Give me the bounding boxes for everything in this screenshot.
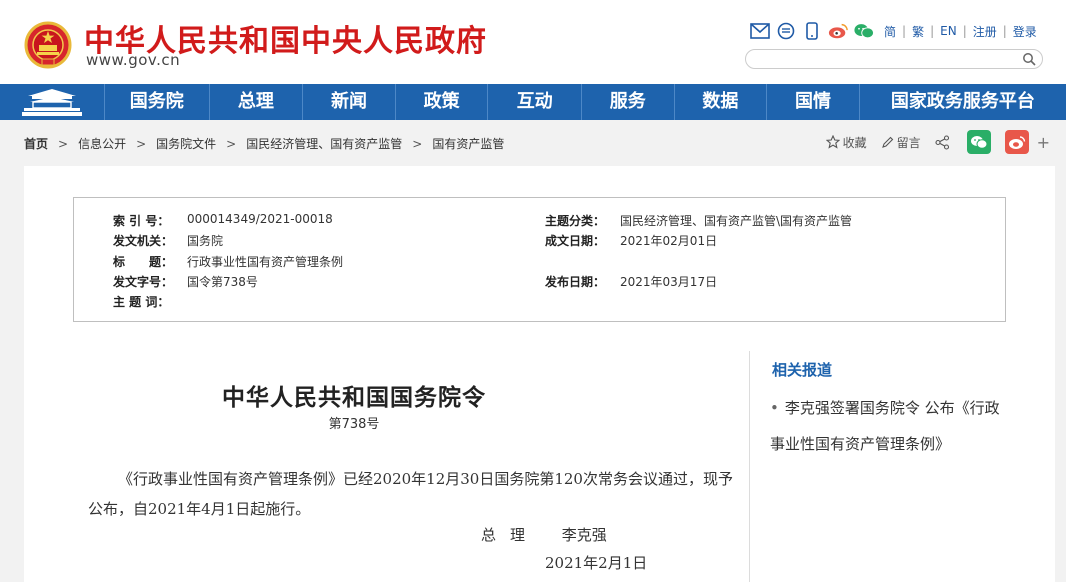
separator: | bbox=[962, 24, 967, 38]
nav-item-news[interactable]: 新闻 bbox=[302, 84, 395, 120]
separator: | bbox=[930, 24, 935, 38]
nav-item-policy[interactable]: 政策 bbox=[394, 84, 488, 120]
bullet: • bbox=[770, 399, 779, 417]
site-header: 中华人民共和国中央人民政府 www.gov.cn 简 | 繁 | EN | 注册… bbox=[0, 0, 1066, 84]
tiananmen-icon[interactable] bbox=[0, 84, 104, 120]
mail-icon[interactable] bbox=[750, 21, 770, 41]
title-label: 标 题： bbox=[113, 255, 174, 269]
nav-item-premier[interactable]: 总理 bbox=[208, 84, 303, 120]
published-date-label: 发布日期： bbox=[545, 275, 606, 289]
share-icon bbox=[935, 134, 949, 150]
document-number: 第738号 bbox=[328, 417, 380, 432]
title-value: 行政事业性国有资产管理条例 bbox=[187, 255, 344, 269]
signature: 总理 李克强 bbox=[481, 524, 607, 545]
doc-number-label: 发文字号： bbox=[113, 275, 174, 289]
document-date: 2021年2月1日 bbox=[545, 554, 648, 572]
index-value: 000014349/2021-00018 bbox=[187, 212, 333, 226]
keywords-label: 主 题 词： bbox=[113, 295, 170, 309]
nav-item-data[interactable]: 数据 bbox=[673, 84, 767, 120]
breadcrumb-info-disclosure[interactable]: 信息公开 bbox=[78, 135, 126, 152]
chevron-right-icon: > bbox=[58, 136, 69, 151]
chevron-right-icon: > bbox=[136, 136, 147, 151]
wechat-share-button[interactable] bbox=[966, 130, 991, 154]
document-title: 中华人民共和国国务院令 bbox=[222, 384, 486, 411]
traditional-chinese-link[interactable]: 繁 bbox=[912, 23, 924, 40]
category-value: 国民经济管理、国有资产监管\国有资产监管 bbox=[620, 214, 853, 228]
share-button[interactable] bbox=[935, 134, 953, 150]
simplified-chinese-link[interactable]: 简 bbox=[884, 23, 896, 40]
english-link[interactable]: EN bbox=[940, 24, 957, 38]
mobile-icon[interactable] bbox=[802, 21, 822, 41]
comment-button[interactable]: 留言 bbox=[881, 134, 921, 151]
breadcrumb-state-council-docs[interactable]: 国务院文件 bbox=[156, 135, 216, 152]
index-label: 索 引 号： bbox=[113, 214, 170, 228]
chevron-right-icon: > bbox=[412, 136, 423, 151]
search-input[interactable] bbox=[756, 51, 1020, 71]
separator: | bbox=[1002, 24, 1007, 38]
nav-item-state-council[interactable]: 国务院 bbox=[104, 84, 209, 120]
article-container: 索 引 号： 000014349/2021-00018 主题分类： 国民经济管理… bbox=[24, 166, 1055, 582]
breadcrumb-state-assets[interactable]: 国有资产监管 bbox=[432, 135, 504, 152]
related-reports-title: 相关报道 bbox=[772, 361, 833, 379]
nav-item-services[interactable]: 服务 bbox=[581, 84, 674, 120]
doc-number-value: 国令第738号 bbox=[187, 275, 258, 289]
language-links: 简 | 繁 | EN | 注册 | 登录 bbox=[884, 23, 1037, 40]
national-emblem-icon[interactable] bbox=[24, 21, 72, 69]
signature-role: 总理 bbox=[481, 526, 540, 544]
pencil-icon bbox=[881, 136, 893, 148]
chevron-right-icon: > bbox=[226, 136, 237, 151]
register-link[interactable]: 注册 bbox=[973, 23, 997, 40]
document-metadata-table: 索 引 号： 000014349/2021-00018 主题分类： 国民经济管理… bbox=[73, 197, 1006, 322]
published-date-value: 2021年03月17日 bbox=[620, 275, 718, 289]
column-divider bbox=[749, 351, 750, 582]
search-box bbox=[745, 49, 1043, 71]
weibo-icon[interactable] bbox=[828, 21, 848, 41]
main-nav: 国务院 总理 新闻 政策 互动 服务 数据 国情 国家政务服务平台 bbox=[0, 84, 1066, 120]
breadcrumb-home[interactable]: 首页 bbox=[24, 135, 48, 152]
message-icon[interactable] bbox=[776, 21, 796, 41]
weibo-icon bbox=[1008, 135, 1025, 149]
signature-name: 李克强 bbox=[561, 526, 607, 544]
star-icon bbox=[825, 135, 840, 149]
issuer-value: 国务院 bbox=[187, 234, 224, 248]
wechat-icon bbox=[970, 135, 988, 149]
comment-label: 留言 bbox=[896, 135, 921, 150]
document-body: 《行政事业性国有资产管理条例》已经2020年12月30日国务院第120次常务会议… bbox=[88, 470, 733, 518]
nav-item-national-info[interactable]: 国情 bbox=[766, 84, 859, 120]
breadcrumb-economy-management[interactable]: 国民经济管理、国有资产监管 bbox=[246, 135, 402, 152]
nav-item-gov-service-platform[interactable]: 国家政务服务平台 bbox=[858, 84, 1066, 120]
search-icon[interactable] bbox=[1022, 52, 1036, 66]
breadcrumb-bar: 首页 > 信息公开 > 国务院文件 > 国民经济管理、国有资产监管 > 国有资产… bbox=[0, 120, 1066, 166]
issuer-label: 发文机关： bbox=[113, 234, 174, 248]
breadcrumb: 首页 > 信息公开 > 国务院文件 > 国民经济管理、国有资产监管 > 国有资产… bbox=[24, 135, 504, 152]
created-date-value: 2021年02月01日 bbox=[620, 234, 718, 248]
weibo-share-button[interactable] bbox=[1004, 130, 1029, 154]
created-date-label: 成文日期： bbox=[545, 234, 606, 248]
site-domain: www.gov.cn bbox=[86, 51, 181, 69]
category-label: 主题分类： bbox=[545, 214, 606, 228]
nav-item-interaction[interactable]: 互动 bbox=[487, 84, 581, 120]
share-actions: 收藏 留言 + bbox=[812, 130, 1050, 154]
more-share-button[interactable]: + bbox=[1037, 133, 1050, 152]
related-report-text: 李克强签署国务院令 公布《行政事业性国有资产管理条例》 bbox=[770, 399, 1000, 453]
separator: | bbox=[902, 24, 907, 38]
favorite-label: 收藏 bbox=[842, 135, 867, 150]
related-report-link[interactable]: • 李克强签署国务院令 公布《行政事业性国有资产管理条例》 bbox=[770, 390, 1010, 462]
login-link[interactable]: 登录 bbox=[1013, 23, 1037, 40]
wechat-icon[interactable] bbox=[854, 21, 874, 41]
favorite-button[interactable]: 收藏 bbox=[825, 134, 867, 151]
header-tools: 简 | 繁 | EN | 注册 | 登录 bbox=[750, 20, 1037, 42]
